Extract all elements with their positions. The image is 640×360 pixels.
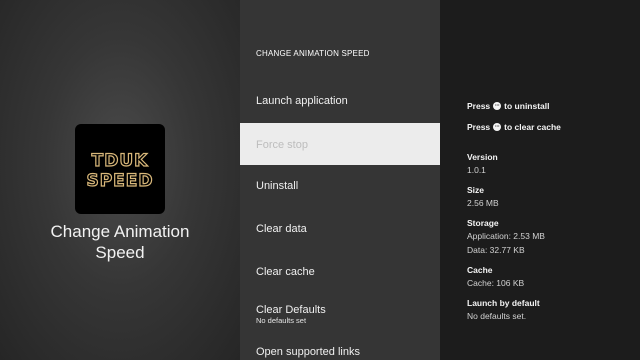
- launch-by-default-value: No defaults set.: [467, 311, 527, 321]
- storage-data-value: Data: 32.77 KB: [467, 245, 525, 255]
- storage-label: Storage: [467, 218, 499, 228]
- menu-item-label: Launch application: [256, 95, 348, 107]
- menu-item-label: Uninstall: [256, 180, 299, 192]
- menu-item-label: Open supported links: [256, 346, 360, 358]
- app-details-panel: Press ··· to uninstall Press ··· to clea…: [440, 0, 640, 360]
- menu-item-force-stop[interactable]: Force stop: [240, 123, 440, 165]
- menu-item-launch-application[interactable]: Launch application: [240, 81, 440, 123]
- app-info-screen: TDUK SPEED Change Animation Speed CHANGE…: [0, 0, 640, 360]
- storage-application-value: Application: 2.53 MB: [467, 231, 545, 241]
- hint-suffix: to uninstall: [504, 101, 550, 111]
- hint-suffix: to clear cache: [504, 122, 561, 132]
- menu-item-label: Force stop: [256, 139, 308, 151]
- menu-item-label: Clear Defaults: [256, 304, 326, 316]
- menu-title: CHANGE ANIMATION SPEED: [256, 49, 370, 58]
- app-summary-panel: TDUK SPEED Change Animation Speed: [0, 0, 240, 360]
- app-icon-text-line2: SPEED: [86, 171, 153, 191]
- menu-item-open-supported-links[interactable]: Open supported links: [240, 332, 440, 360]
- menu-item-label: Clear data: [256, 223, 307, 235]
- app-icon-text-line1: TDUK: [92, 151, 149, 171]
- actions-menu: CHANGE ANIMATION SPEED Launch applicatio…: [240, 0, 440, 360]
- menu-item-clear-cache[interactable]: Clear cache: [240, 252, 440, 294]
- hint-prefix: Press: [467, 101, 491, 111]
- menu-item-clear-defaults[interactable]: Clear Defaults No defaults set: [240, 290, 440, 332]
- size-label: Size: [467, 185, 485, 195]
- version-value: 1.0.1: [467, 165, 486, 175]
- version-label: Version: [467, 152, 498, 162]
- menu-item-label: Clear cache: [256, 266, 315, 278]
- menu-item-sublabel: No defaults set: [256, 316, 307, 325]
- uninstall-hint: Press ··· to uninstall: [467, 101, 550, 111]
- clear-cache-hint: Press ··· to clear cache: [467, 122, 561, 132]
- cache-label: Cache: [467, 265, 493, 275]
- app-name: Change Animation Speed: [50, 222, 190, 262]
- menu-item-clear-data[interactable]: Clear data: [240, 209, 440, 251]
- size-value: 2.56 MB: [467, 198, 499, 208]
- hint-prefix: Press: [467, 122, 491, 132]
- menu-button-icon: ···: [493, 123, 502, 131]
- menu-button-icon: ···: [493, 102, 502, 110]
- tduk-speed-app-icon: TDUK SPEED: [75, 124, 165, 214]
- cache-value: Cache: 106 KB: [467, 278, 525, 288]
- app-icon-logo: TDUK SPEED: [86, 150, 153, 191]
- menu-item-uninstall[interactable]: Uninstall: [240, 166, 440, 208]
- launch-by-default-label: Launch by default: [467, 298, 540, 308]
